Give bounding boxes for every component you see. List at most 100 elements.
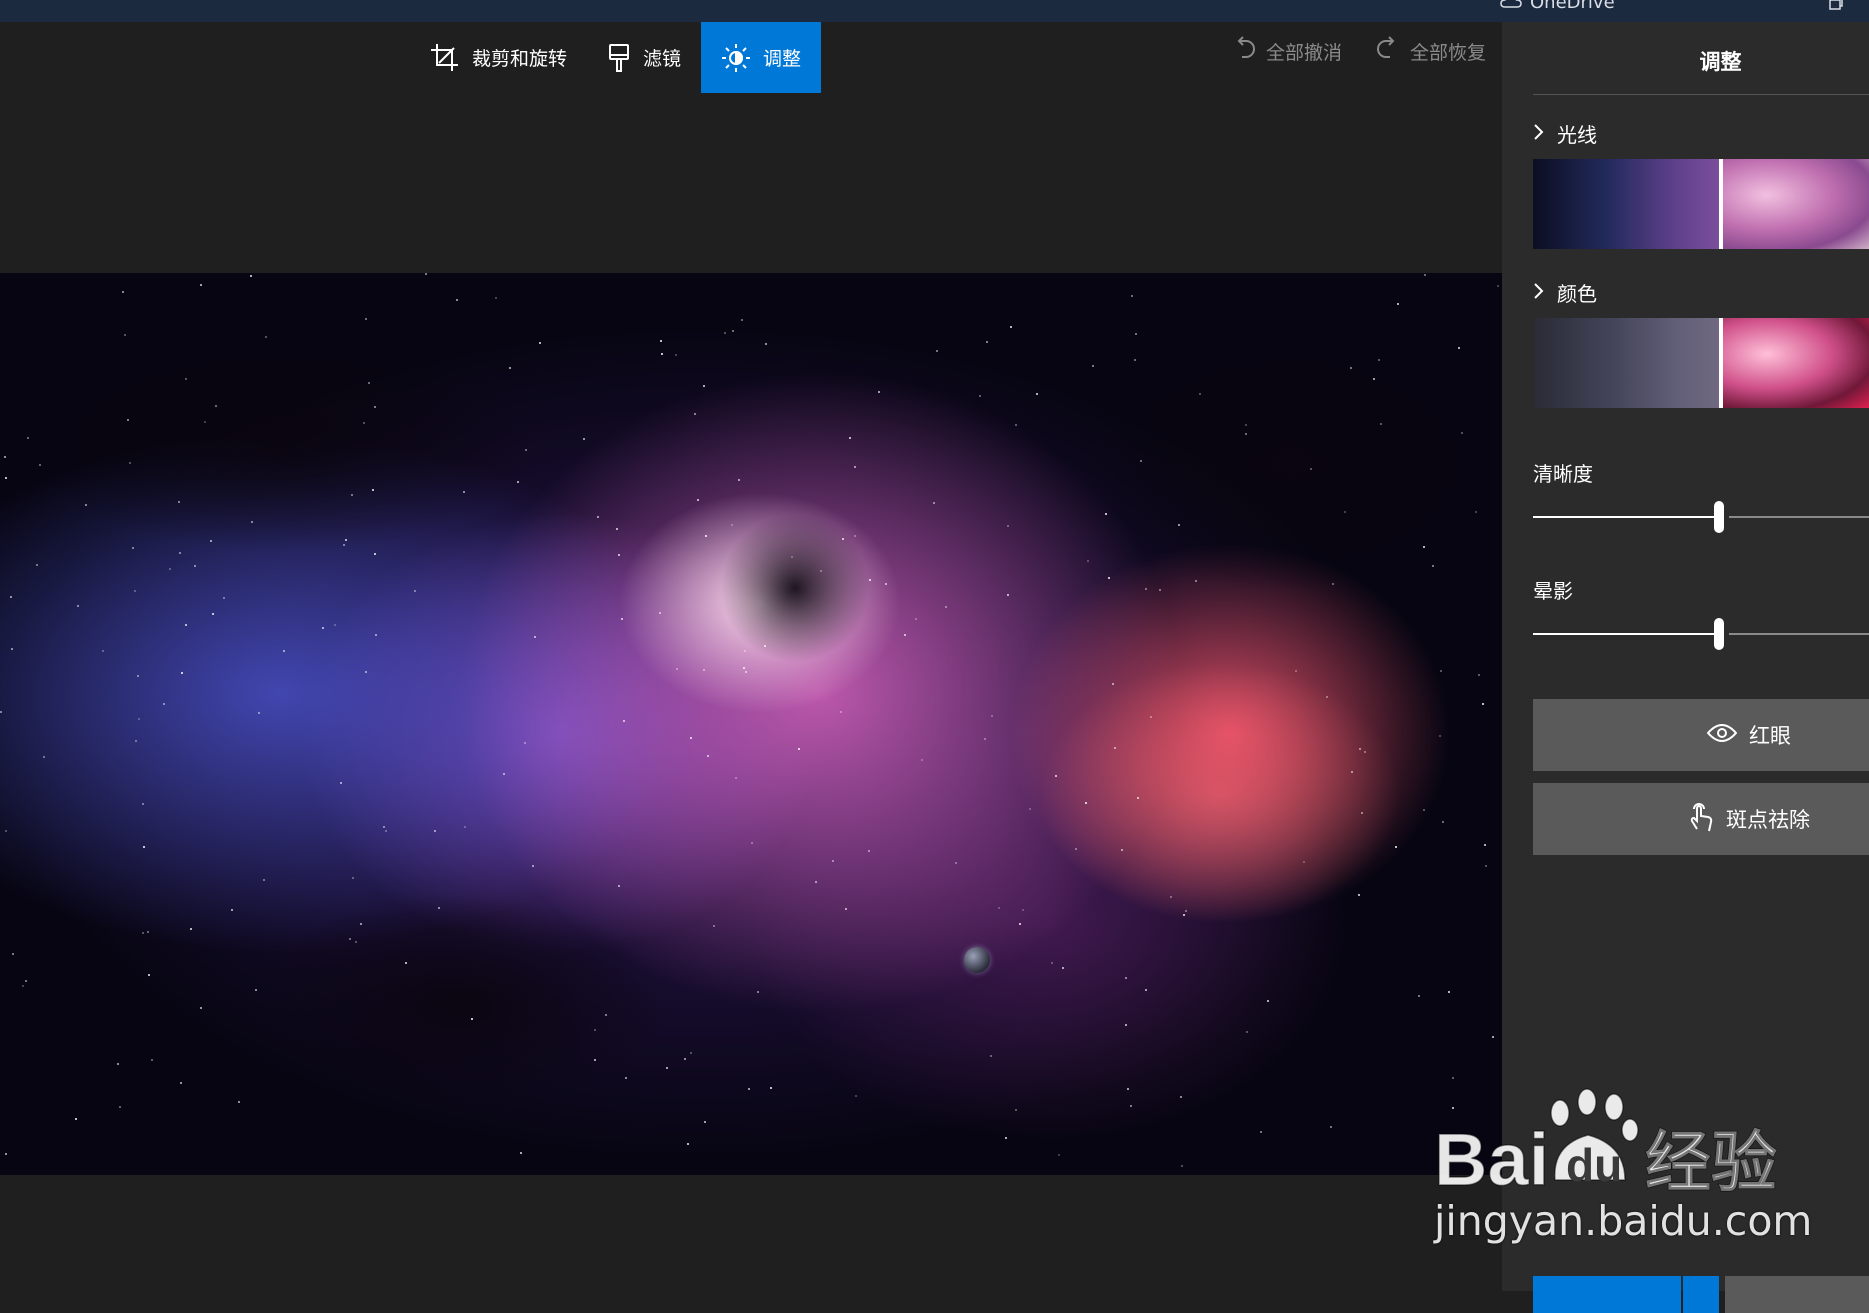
- restore-window-icon[interactable]: [1828, 0, 1844, 15]
- star: [1007, 525, 1009, 527]
- star: [1058, 1154, 1060, 1156]
- cancel-button[interactable]: [1725, 1276, 1869, 1313]
- star: [676, 668, 678, 670]
- star: [1127, 1088, 1129, 1090]
- star: [75, 1118, 77, 1120]
- star: [345, 539, 347, 541]
- star: [694, 413, 696, 415]
- clarity-slider-thumb[interactable]: [1714, 501, 1724, 533]
- star: [1344, 511, 1346, 513]
- star: [190, 928, 192, 930]
- color-preview-slider[interactable]: [1533, 318, 1869, 408]
- star: [1303, 861, 1305, 863]
- spot-fix-button[interactable]: 斑点祛除: [1533, 783, 1869, 855]
- save-options-dropdown[interactable]: [1683, 1276, 1719, 1313]
- star: [623, 720, 625, 722]
- star: [464, 826, 466, 828]
- star: [438, 907, 440, 909]
- star: [231, 909, 233, 911]
- star: [12, 953, 14, 955]
- star: [842, 538, 844, 540]
- vignette-slider[interactable]: [1533, 633, 1869, 635]
- light-label: 光线: [1557, 123, 1597, 147]
- star: [731, 524, 733, 526]
- star: [349, 938, 351, 940]
- star: [661, 353, 663, 355]
- star: [1326, 696, 1328, 698]
- star: [495, 297, 497, 299]
- star: [204, 421, 206, 423]
- star: [368, 382, 370, 384]
- star: [1036, 393, 1038, 395]
- star: [707, 755, 709, 757]
- star: [4, 456, 6, 458]
- star: [85, 504, 87, 506]
- star: [955, 862, 957, 864]
- star: [532, 865, 534, 867]
- star: [215, 405, 217, 407]
- star: [250, 275, 252, 277]
- star: [1145, 588, 1147, 590]
- photo-canvas[interactable]: [0, 273, 1502, 1175]
- clarity-slider[interactable]: [1533, 516, 1869, 518]
- star: [991, 715, 993, 717]
- color-section-header[interactable]: 颜色: [1533, 278, 1597, 307]
- star: [1019, 923, 1021, 925]
- star: [697, 499, 699, 501]
- star: [11, 648, 13, 650]
- onedrive-label[interactable]: OneDrive: [1530, 0, 1615, 13]
- star: [534, 636, 536, 638]
- star: [605, 1014, 607, 1016]
- redo-all-button[interactable]: 全部恢复: [1376, 35, 1486, 68]
- star: [979, 395, 981, 397]
- undo-all-button[interactable]: 全部撤消: [1232, 35, 1342, 68]
- vignette-slider-thumb[interactable]: [1714, 618, 1724, 650]
- star: [751, 842, 753, 844]
- star: [39, 464, 41, 466]
- star: [5, 477, 7, 479]
- star: [849, 437, 851, 439]
- tab-filters[interactable]: 滤镜: [587, 22, 701, 93]
- history-controls: 全部撤消 全部恢复: [1232, 22, 1486, 80]
- star: [770, 1087, 772, 1089]
- star: [509, 367, 511, 369]
- star: [372, 489, 374, 491]
- tab-adjust[interactable]: 调整: [701, 22, 822, 93]
- star: [1105, 513, 1107, 515]
- star: [618, 554, 620, 556]
- star: [212, 613, 214, 615]
- star: [343, 544, 345, 546]
- star: [1260, 1131, 1262, 1133]
- star: [1180, 1096, 1182, 1098]
- star: [764, 645, 766, 647]
- star: [179, 552, 181, 554]
- star: [724, 332, 726, 334]
- star: [185, 624, 187, 626]
- star: [1351, 771, 1353, 773]
- star: [885, 583, 887, 585]
- light-preview-slider[interactable]: [1533, 159, 1869, 249]
- save-copy-button[interactable]: [1533, 1276, 1681, 1313]
- star: [868, 850, 870, 852]
- star: [1492, 1036, 1494, 1038]
- star: [129, 462, 131, 464]
- crop-rotate-icon: [430, 43, 460, 73]
- star: [194, 565, 196, 567]
- light-section-header[interactable]: 光线: [1533, 119, 1597, 148]
- star: [1439, 735, 1441, 737]
- red-eye-button[interactable]: 红眼: [1533, 699, 1869, 771]
- star: [618, 885, 620, 887]
- star: [22, 985, 24, 987]
- star: [1350, 367, 1352, 369]
- star: [138, 718, 140, 720]
- star: [659, 612, 661, 614]
- tab-crop-rotate[interactable]: 裁剪和旋转: [410, 22, 587, 93]
- star: [463, 491, 465, 493]
- star: [1159, 589, 1161, 591]
- star: [238, 1101, 240, 1103]
- star: [383, 826, 385, 828]
- star: [1137, 797, 1139, 799]
- star: [703, 385, 705, 387]
- star: [148, 974, 150, 976]
- star: [1114, 747, 1116, 749]
